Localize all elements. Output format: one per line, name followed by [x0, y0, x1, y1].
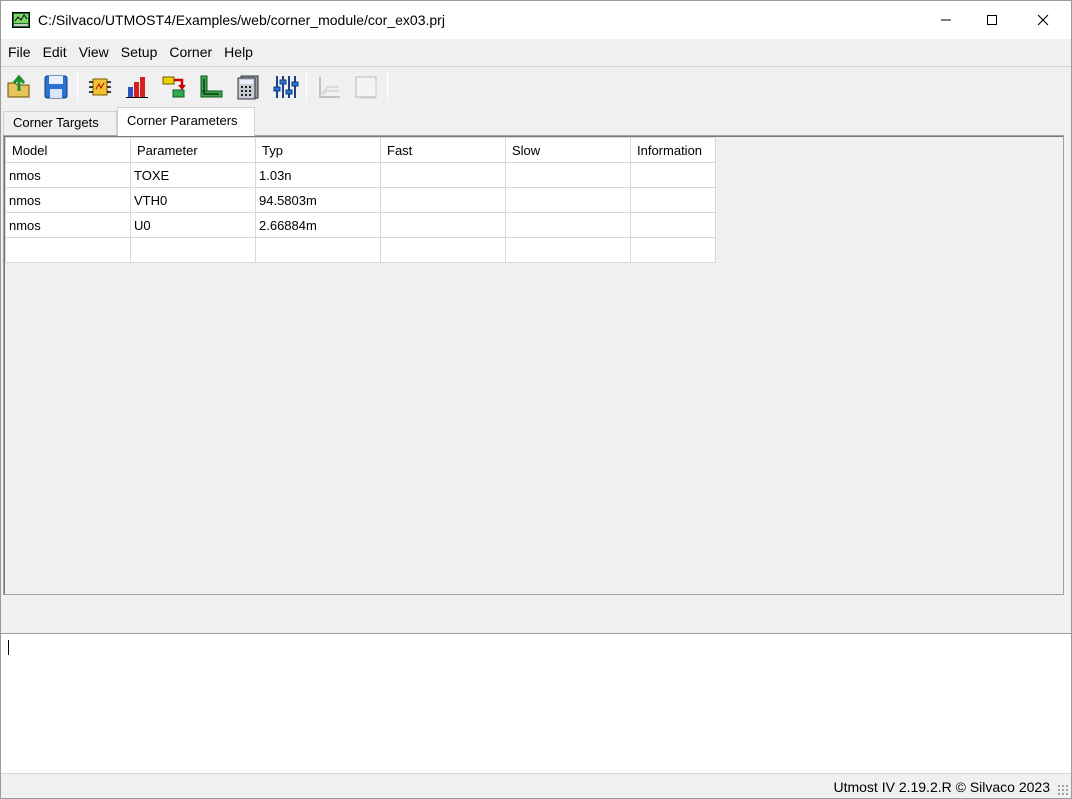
tab-corner-targets[interactable]: Corner Targets: [3, 111, 117, 135]
cell-slow[interactable]: [505, 187, 631, 213]
cell-model[interactable]: nmos: [5, 162, 131, 188]
table-row: nmos TOXE 1.03n: [5, 162, 716, 188]
menu-view[interactable]: View: [73, 39, 115, 66]
menu-corner[interactable]: Corner: [163, 39, 218, 66]
column-header-typ[interactable]: Typ: [255, 137, 381, 163]
table-row: nmos VTH0 94.5803m: [5, 187, 716, 213]
calculator-icon: [237, 75, 259, 100]
cell-fast[interactable]: [380, 162, 506, 188]
cell-fast[interactable]: [380, 187, 506, 213]
output-console[interactable]: [1, 633, 1071, 773]
cell-parameter[interactable]: U0: [130, 212, 256, 238]
maximize-button[interactable]: [969, 1, 1015, 39]
circuit-button[interactable]: [86, 73, 114, 101]
status-bar: Utmost IV 2.19.2.R © Silvaco 2023: [1, 773, 1071, 798]
cell-slow[interactable]: [505, 212, 631, 238]
minimize-icon: [941, 19, 951, 21]
menu-bar: File Edit View Setup Corner Help: [1, 39, 1071, 66]
calculator-button[interactable]: [234, 73, 262, 101]
blank-page-button: [352, 73, 380, 101]
status-text: Utmost IV 2.19.2.R © Silvaco 2023: [833, 779, 1050, 795]
text-caret: [8, 640, 9, 655]
table-row: [5, 237, 716, 263]
circuit-icon: [89, 78, 111, 96]
menu-setup[interactable]: Setup: [115, 39, 164, 66]
table-header-row: Model Parameter Typ Fast Slow Informatio…: [5, 137, 716, 163]
corner-parameters-panel: Model Parameter Typ Fast Slow Informatio…: [3, 135, 1064, 595]
toolbar: [1, 67, 1071, 107]
minimize-button[interactable]: [923, 1, 969, 39]
cell-model[interactable]: nmos: [5, 212, 131, 238]
cell-typ[interactable]: 1.03n: [255, 162, 381, 188]
flow-icon: [162, 76, 186, 98]
cell-typ[interactable]: 2.66884m: [255, 212, 381, 238]
open-project-button[interactable]: [5, 73, 33, 101]
column-header-information[interactable]: Information: [630, 137, 716, 163]
toolbar-separator: [306, 72, 307, 102]
cell-model[interactable]: [5, 237, 131, 263]
table-row: nmos U0 2.66884m: [5, 212, 716, 238]
tab-bar: Corner Targets Corner Parameters: [1, 107, 1071, 136]
close-icon: [1037, 14, 1049, 26]
cell-parameter[interactable]: [130, 237, 256, 263]
cell-slow[interactable]: [505, 162, 631, 188]
graph-icon: [319, 77, 340, 98]
cell-information[interactable]: [630, 237, 716, 263]
cell-information[interactable]: [630, 162, 716, 188]
cell-fast[interactable]: [380, 237, 506, 263]
toolbar-separator: [77, 72, 78, 102]
maximize-icon: [987, 15, 997, 25]
app-icon: [12, 12, 30, 28]
app-window: C:/Silvaco/UTMOST4/Examples/web/corner_m…: [0, 0, 1072, 799]
sliders-button[interactable]: [271, 73, 299, 101]
cell-typ[interactable]: [255, 237, 381, 263]
column-header-slow[interactable]: Slow: [505, 137, 631, 163]
cell-information[interactable]: [630, 187, 716, 213]
corner-parameters-table: Model Parameter Typ Fast Slow Informatio…: [5, 137, 716, 263]
graph-button: [315, 73, 343, 101]
toolbar-separator: [387, 72, 388, 102]
save-icon: [44, 75, 68, 99]
cell-model[interactable]: nmos: [5, 187, 131, 213]
menu-help[interactable]: Help: [218, 39, 259, 66]
window-title: C:/Silvaco/UTMOST4/Examples/web/corner_m…: [38, 12, 445, 28]
blank-page-icon: [355, 76, 377, 99]
window-controls: [923, 1, 1071, 39]
sliders-icon: [273, 76, 299, 98]
close-button[interactable]: [1015, 1, 1071, 39]
save-button[interactable]: [42, 73, 70, 101]
resize-grip-icon[interactable]: [1057, 784, 1069, 796]
flow-button[interactable]: [160, 73, 188, 101]
cell-fast[interactable]: [380, 212, 506, 238]
title-bar: C:/Silvaco/UTMOST4/Examples/web/corner_m…: [1, 1, 1071, 39]
column-header-parameter[interactable]: Parameter: [130, 137, 256, 163]
cell-parameter[interactable]: VTH0: [130, 187, 256, 213]
bar-chart-button[interactable]: [123, 73, 151, 101]
menu-edit[interactable]: Edit: [37, 39, 73, 66]
column-header-fast[interactable]: Fast: [380, 137, 506, 163]
tab-corner-parameters[interactable]: Corner Parameters: [117, 107, 255, 136]
cell-parameter[interactable]: TOXE: [130, 162, 256, 188]
open-project-icon: [7, 74, 30, 98]
cell-information[interactable]: [630, 212, 716, 238]
cell-typ[interactable]: 94.5803m: [255, 187, 381, 213]
menu-file[interactable]: File: [2, 39, 37, 66]
bar-chart-icon: [126, 77, 148, 98]
cell-slow[interactable]: [505, 237, 631, 263]
column-header-model[interactable]: Model: [5, 137, 131, 163]
axis-plot-button[interactable]: [197, 73, 225, 101]
axis-plot-icon: [200, 75, 223, 98]
